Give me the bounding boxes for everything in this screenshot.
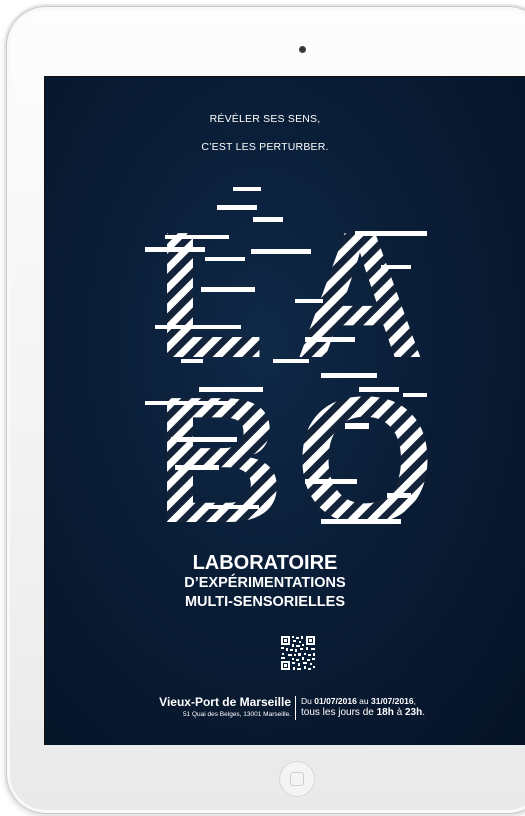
date-start: 01/07/2016 bbox=[314, 696, 357, 706]
title-experimentations: D’EXPÉRIMENTATIONS bbox=[184, 575, 346, 591]
glitch-bar bbox=[175, 465, 219, 470]
footer-divider bbox=[295, 696, 296, 720]
glitch-bar bbox=[145, 247, 205, 252]
glitch-bar bbox=[233, 187, 261, 191]
glitch-bar bbox=[295, 299, 323, 303]
glitch-bar bbox=[155, 325, 241, 329]
glitch-bar bbox=[201, 287, 255, 292]
glitch-bar bbox=[217, 205, 257, 210]
qr-code-icon[interactable] bbox=[280, 635, 316, 671]
glitch-bar bbox=[359, 387, 399, 392]
glitch-bar bbox=[165, 235, 229, 239]
event-footer: Vieux-Port de Marseille 51 Quai des Belg… bbox=[45, 695, 525, 721]
glitch-bar bbox=[321, 519, 401, 524]
glitch-bar bbox=[251, 249, 311, 254]
glitch-bar bbox=[253, 217, 283, 222]
dates-block: Du 01/07/2016 au 31/07/2016, tous les jo… bbox=[301, 696, 425, 718]
hours-middle: à bbox=[396, 707, 403, 718]
glitch-bar bbox=[181, 359, 203, 363]
labo-hero-graphic: L A B O bbox=[145, 187, 455, 537]
glitch-bar bbox=[387, 493, 411, 498]
glitch-bar bbox=[345, 423, 369, 429]
date-range: Du 01/07/2016 au 31/07/2016, bbox=[301, 696, 425, 706]
hours-start: 18h bbox=[376, 707, 394, 718]
title-laboratoire: LABORATOIRE bbox=[192, 552, 338, 574]
glitch-bar bbox=[305, 337, 355, 342]
glitch-bar bbox=[145, 401, 235, 405]
glitch-bar bbox=[355, 231, 427, 236]
glitch-bar bbox=[305, 479, 357, 484]
glitch-bar bbox=[273, 359, 309, 363]
tagline-line-2: C’EST LES PERTURBER. bbox=[201, 141, 329, 153]
venue-block: Vieux-Port de Marseille 51 Quai des Belg… bbox=[159, 695, 291, 718]
home-button-icon[interactable] bbox=[279, 761, 315, 797]
glitch-bar bbox=[205, 257, 245, 261]
poster-screen: RÉVÉLER SES SENS, C’EST LES PERTURBER. L… bbox=[44, 76, 525, 745]
opening-hours: tous les jours de 18h à 23h. bbox=[301, 707, 425, 718]
date-end: 31/07/2016 bbox=[371, 696, 414, 706]
hours-end-punct: . bbox=[422, 707, 425, 718]
labo-letters-svg: L A B O bbox=[145, 187, 436, 537]
glitch-bar bbox=[205, 505, 259, 509]
hours-end: 23h bbox=[404, 707, 423, 718]
dates-end-punct: , bbox=[413, 696, 416, 706]
home-button-square bbox=[290, 772, 304, 786]
glitch-bar bbox=[381, 265, 411, 269]
dates-middle: au bbox=[359, 696, 369, 706]
hours-prefix: tous les jours de bbox=[301, 707, 374, 718]
tagline-line-1: RÉVÉLER SES SENS, bbox=[209, 113, 321, 125]
title-multi-sensorielles: MULTI-SENSORIELLES bbox=[184, 594, 346, 610]
venue-address: 51 Quai des Belges, 13001 Marseille. bbox=[182, 711, 291, 718]
glitch-bar bbox=[199, 387, 263, 392]
glitch-bar bbox=[171, 437, 237, 442]
glitch-bar bbox=[321, 373, 377, 378]
venue-name: Vieux-Port de Marseille bbox=[159, 695, 291, 709]
camera-icon bbox=[299, 46, 306, 53]
dates-prefix: Du bbox=[301, 696, 312, 706]
glitch-bar bbox=[403, 393, 427, 397]
